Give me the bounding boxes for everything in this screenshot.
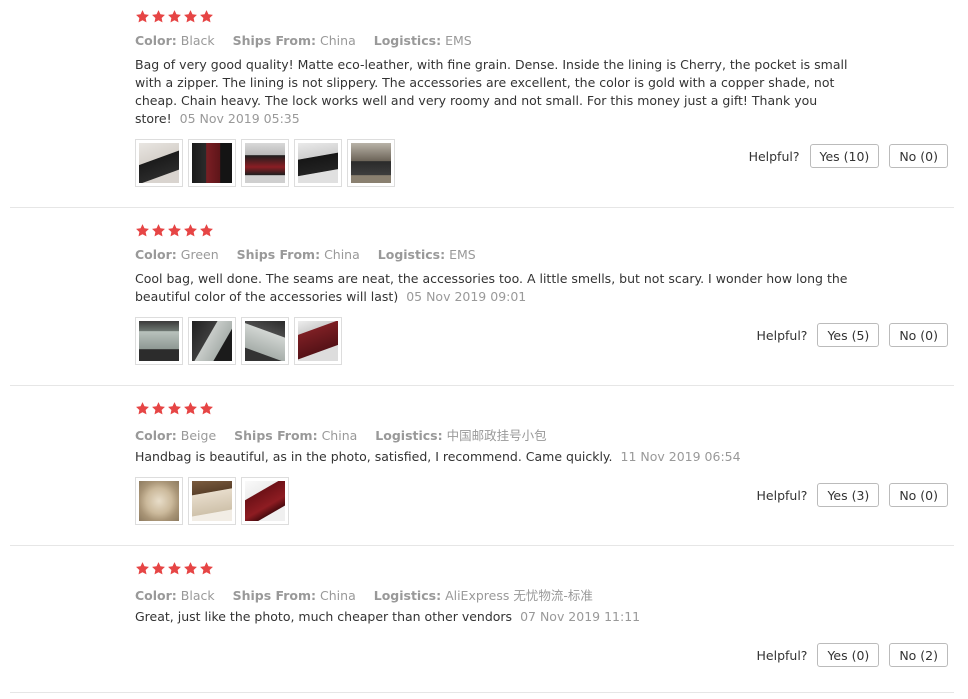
review-card: Color: Black Ships From: China Logistics… bbox=[0, 546, 968, 699]
rating-stars bbox=[135, 401, 214, 419]
star-icon bbox=[167, 561, 182, 576]
star-icon bbox=[183, 9, 198, 24]
color-label: Color: bbox=[135, 33, 177, 48]
review-photo-thumbnail[interactable] bbox=[188, 317, 236, 365]
review-text: Great, just like the photo, much cheaper… bbox=[135, 608, 855, 626]
review-body: Handbag is beautiful, as in the photo, s… bbox=[135, 449, 613, 464]
logistics-value: EMS bbox=[445, 33, 472, 48]
helpful-no-button[interactable]: No (0) bbox=[889, 323, 948, 347]
logistics-label: Logistics: bbox=[373, 33, 442, 48]
helpful-yes-button[interactable]: Yes (10) bbox=[809, 144, 880, 168]
review-photo-thumbnail[interactable] bbox=[241, 139, 289, 187]
star-icon bbox=[183, 401, 198, 416]
helpful-no-button[interactable]: No (0) bbox=[889, 483, 948, 507]
review-photo-thumbnail[interactable] bbox=[188, 139, 236, 187]
star-icon bbox=[151, 9, 166, 24]
star-icon bbox=[199, 401, 214, 416]
review-date: 07 Nov 2019 11:11 bbox=[520, 609, 641, 624]
star-icon bbox=[135, 223, 150, 238]
logistics-value: 中国邮政挂号小包 bbox=[446, 428, 547, 443]
ships-from-value: China bbox=[324, 247, 360, 262]
logistics-value: EMS bbox=[449, 247, 476, 262]
review-text: Cool bag, well done. The seams are neat,… bbox=[135, 270, 855, 306]
star-icon bbox=[199, 9, 214, 24]
rating-stars bbox=[135, 561, 214, 579]
ships-from-label: Ships From: bbox=[236, 247, 321, 262]
star-icon bbox=[135, 401, 150, 416]
review-body: Great, just like the photo, much cheaper… bbox=[135, 609, 513, 624]
review-photo-thumbnail[interactable] bbox=[294, 317, 342, 365]
review-photo-thumbnail[interactable] bbox=[188, 477, 236, 525]
review-date: 05 Nov 2019 05:35 bbox=[179, 111, 300, 126]
star-icon bbox=[199, 223, 214, 238]
review-card: Color: Green Ships From: China Logistics… bbox=[0, 208, 968, 386]
review-photo-thumbnail[interactable] bbox=[241, 477, 289, 525]
helpful-yes-button[interactable]: Yes (0) bbox=[817, 643, 880, 667]
review-text: Bag of very good quality! Matte eco-leat… bbox=[135, 56, 855, 128]
review-photo-thumbnail[interactable] bbox=[347, 139, 395, 187]
review-card: Color: Beige Ships From: China Logistics… bbox=[0, 386, 968, 546]
star-icon bbox=[183, 223, 198, 238]
helpful-controls: Helpful? Yes (5) No (0) bbox=[757, 323, 948, 347]
star-icon bbox=[183, 561, 198, 576]
review-photo-thumbnail[interactable] bbox=[135, 477, 183, 525]
helpful-yes-button[interactable]: Yes (3) bbox=[817, 483, 880, 507]
review-meta: Color: Black Ships From: China Logistics… bbox=[135, 33, 486, 48]
helpful-controls: Helpful? Yes (0) No (2) bbox=[757, 643, 948, 667]
review-divider bbox=[10, 692, 954, 693]
review-meta: Color: Beige Ships From: China Logistics… bbox=[135, 425, 561, 444]
helpful-label: Helpful? bbox=[756, 487, 808, 503]
logistics-value: AliExpress 无忧物流-标准 bbox=[445, 588, 593, 603]
helpful-no-button[interactable]: No (0) bbox=[889, 144, 948, 168]
ships-from-value: China bbox=[320, 588, 356, 603]
color-value: Beige bbox=[180, 428, 217, 443]
review-card: Color: Black Ships From: China Logistics… bbox=[0, 0, 968, 208]
star-icon bbox=[151, 401, 166, 416]
review-photo-thumbnail[interactable] bbox=[294, 139, 342, 187]
color-value: Black bbox=[180, 33, 215, 48]
review-meta: Color: Black Ships From: China Logistics… bbox=[135, 585, 607, 604]
star-icon bbox=[167, 401, 182, 416]
review-photo-thumbnail[interactable] bbox=[135, 317, 183, 365]
color-label: Color: bbox=[135, 428, 177, 443]
star-icon bbox=[135, 9, 150, 24]
ships-from-value: China bbox=[321, 428, 358, 443]
review-text: Handbag is beautiful, as in the photo, s… bbox=[135, 448, 855, 466]
helpful-label: Helpful? bbox=[756, 327, 808, 343]
star-icon bbox=[167, 9, 182, 24]
star-icon bbox=[135, 561, 150, 576]
helpful-controls: Helpful? Yes (3) No (0) bbox=[757, 483, 948, 507]
ships-from-label: Ships From: bbox=[232, 588, 317, 603]
color-label: Color: bbox=[135, 588, 177, 603]
helpful-yes-button[interactable]: Yes (5) bbox=[817, 323, 880, 347]
helpful-label: Helpful? bbox=[748, 148, 800, 164]
helpful-no-button[interactable]: No (2) bbox=[889, 643, 948, 667]
rating-stars bbox=[135, 223, 214, 241]
review-date: 11 Nov 2019 06:54 bbox=[620, 449, 741, 464]
review-photos bbox=[135, 317, 342, 365]
review-photo-thumbnail[interactable] bbox=[241, 317, 289, 365]
review-photos bbox=[135, 139, 395, 187]
star-icon bbox=[151, 561, 166, 576]
star-icon bbox=[151, 223, 166, 238]
rating-stars bbox=[135, 9, 214, 27]
helpful-controls: Helpful? Yes (10) No (0) bbox=[749, 144, 948, 168]
star-icon bbox=[199, 561, 214, 576]
color-value: Green bbox=[180, 247, 219, 262]
ships-from-label: Ships From: bbox=[234, 428, 318, 443]
review-meta: Color: Green Ships From: China Logistics… bbox=[135, 247, 490, 262]
helpful-label: Helpful? bbox=[756, 647, 808, 663]
color-label: Color: bbox=[135, 247, 177, 262]
review-photos bbox=[135, 477, 289, 525]
star-icon bbox=[167, 223, 182, 238]
logistics-label: Logistics: bbox=[375, 428, 443, 443]
logistics-label: Logistics: bbox=[373, 588, 442, 603]
logistics-label: Logistics: bbox=[377, 247, 446, 262]
ships-from-label: Ships From: bbox=[232, 33, 317, 48]
review-date: 05 Nov 2019 09:01 bbox=[406, 289, 527, 304]
ships-from-value: China bbox=[320, 33, 356, 48]
review-photo-thumbnail[interactable] bbox=[135, 139, 183, 187]
color-value: Black bbox=[180, 588, 215, 603]
